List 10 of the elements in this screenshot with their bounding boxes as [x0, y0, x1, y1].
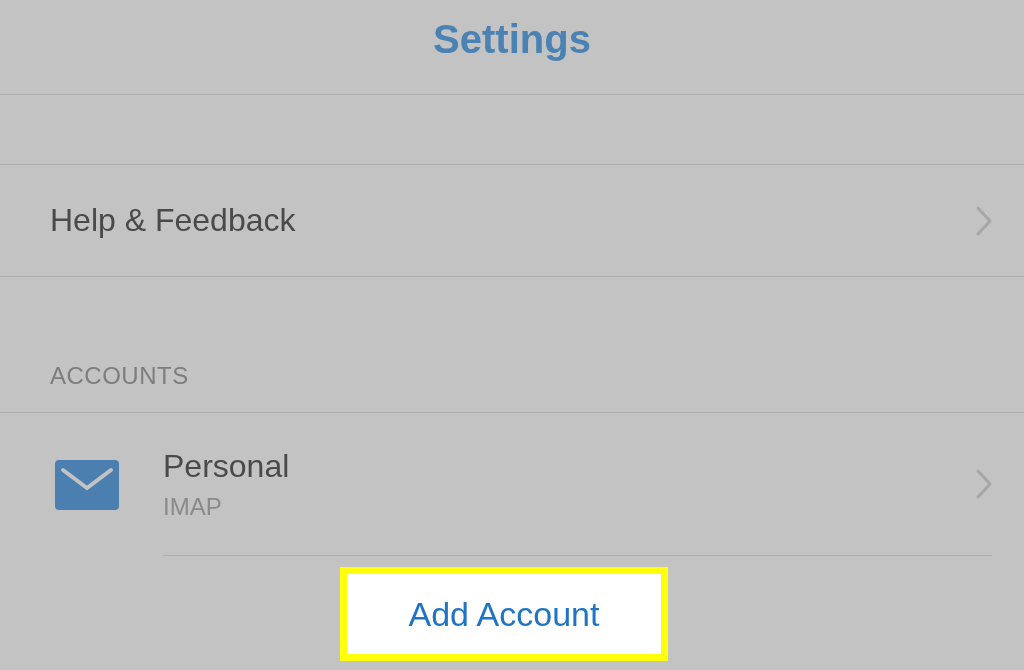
section-heading: ACCOUNTS [50, 362, 189, 390]
screen-title: Settings [433, 17, 591, 62]
settings-row[interactable]: Help & Feedback [0, 165, 1024, 277]
chevron-icon [976, 469, 992, 499]
account-name: Personal [163, 447, 290, 485]
account-row[interactable]: Personal IMAP [163, 413, 992, 556]
account-type: IMAP [163, 492, 223, 521]
mail-icon [55, 459, 119, 510]
chevron-icon [976, 205, 992, 236]
add-account-button[interactable]: Add Account [340, 567, 668, 661]
